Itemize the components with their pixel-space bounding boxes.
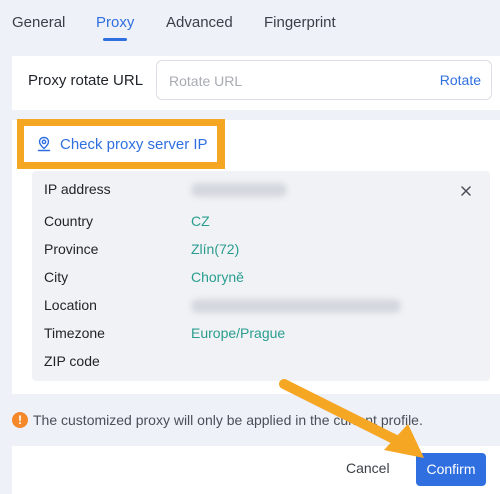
rotate-url-input[interactable]	[167, 70, 411, 92]
check-proxy-ip-label: Check proxy server IP	[60, 135, 208, 153]
ip-address-value-redacted	[191, 183, 287, 197]
exclamation-icon: !	[12, 412, 28, 428]
location-label: Location	[44, 297, 97, 313]
province-value: Zlín(72)	[191, 241, 240, 257]
country-label: Country	[44, 213, 94, 229]
location-pin-icon	[37, 136, 51, 152]
tab-fingerprint[interactable]: Fingerprint	[264, 14, 336, 31]
notice-text: The customized proxy will only be applie…	[33, 412, 423, 428]
tab-general[interactable]: General	[12, 14, 65, 31]
province-label: Province	[44, 241, 99, 257]
timezone-value: Europe/Prague	[191, 325, 286, 341]
location-value-redacted	[191, 299, 401, 313]
tab-advanced[interactable]: Advanced	[166, 14, 233, 31]
zip-code-label: ZIP code	[44, 353, 100, 369]
ip-info-panel: IP address Country CZ Province Zlín(72) …	[32, 171, 490, 381]
proxy-rotate-section: Proxy rotate URL Rotate	[12, 56, 500, 110]
timezone-label: Timezone	[44, 325, 105, 341]
cancel-button[interactable]: Cancel	[346, 460, 390, 476]
city-label: City	[44, 269, 69, 285]
rotate-button[interactable]: Rotate	[440, 72, 481, 88]
check-proxy-ip-button[interactable]: Check proxy server IP	[24, 126, 217, 162]
proxy-notice: ! The customized proxy will only be appl…	[12, 410, 423, 430]
city-value: Choryně	[191, 269, 244, 285]
ip-address-label: IP address	[44, 181, 111, 197]
confirm-button[interactable]: Confirm	[416, 453, 486, 486]
tab-bar: General Proxy Advanced Fingerprint	[0, 0, 500, 48]
tab-proxy[interactable]: Proxy	[96, 14, 134, 31]
active-tab-indicator	[103, 38, 127, 41]
proxy-rotate-label: Proxy rotate URL	[28, 72, 144, 89]
rotate-url-field: Rotate	[156, 60, 492, 100]
close-icon[interactable]	[458, 183, 474, 199]
country-value: CZ	[191, 213, 210, 229]
